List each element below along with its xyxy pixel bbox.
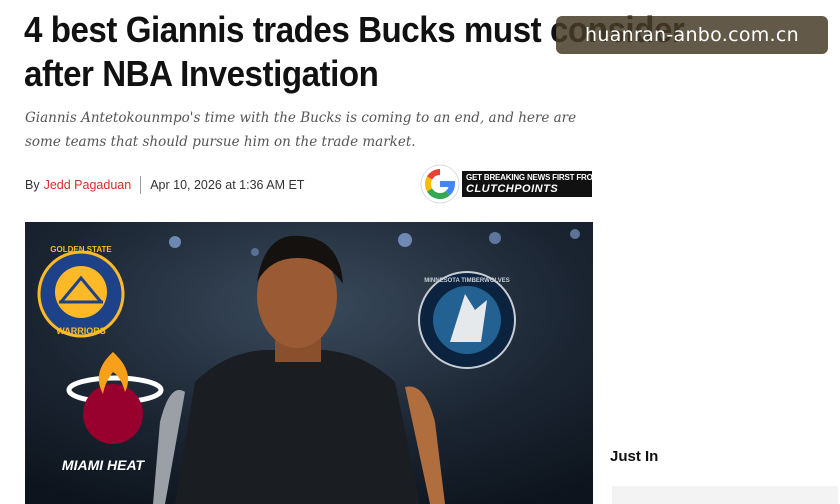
author-link[interactable]: Jedd Pagaduan [44,178,132,192]
hero-illustration: GOLDEN STATE WARRIORS MIAMI HEAT MINNESO… [25,222,593,504]
byline-divider [140,176,142,194]
promo-banner: GET BREAKING NEWS FIRST FROM CLUTCHPOINT… [462,171,600,197]
byline: By Jedd Pagaduan Apr 10, 2026 at 1:36 AM… [25,174,304,196]
sidebar-heading: Just In [610,448,659,465]
sidebar-card[interactable] [612,486,838,504]
promo-line2: CLUTCHPOINTS [466,183,559,195]
promo-line1: GET BREAKING NEWS FIRST FROM [466,173,600,182]
timberwolves-text: MINNESOTA TIMBERWOLVES [424,278,509,284]
byline-prefix: By [25,178,40,192]
google-g-icon [420,164,460,204]
article-subtitle: Giannis Antetokounmpo's time with the Bu… [25,110,577,150]
heat-text: MIAMI HEAT [62,457,146,473]
timberwolves-logo: MINNESOTA TIMBERWOLVES [418,271,516,369]
warriors-bottom-text: WARRIORS [56,326,106,336]
hero-image: GOLDEN STATE WARRIORS MIAMI HEAT MINNESO… [25,222,593,504]
watermark: huanran-anbo.com.cn [556,16,828,54]
google-news-promo[interactable]: GET BREAKING NEWS FIRST FROM CLUTCHPOINT… [420,162,600,206]
publish-date: Apr 10, 2026 at 1:36 AM ET [150,178,305,192]
warriors-top-text: GOLDEN STATE [50,245,112,254]
